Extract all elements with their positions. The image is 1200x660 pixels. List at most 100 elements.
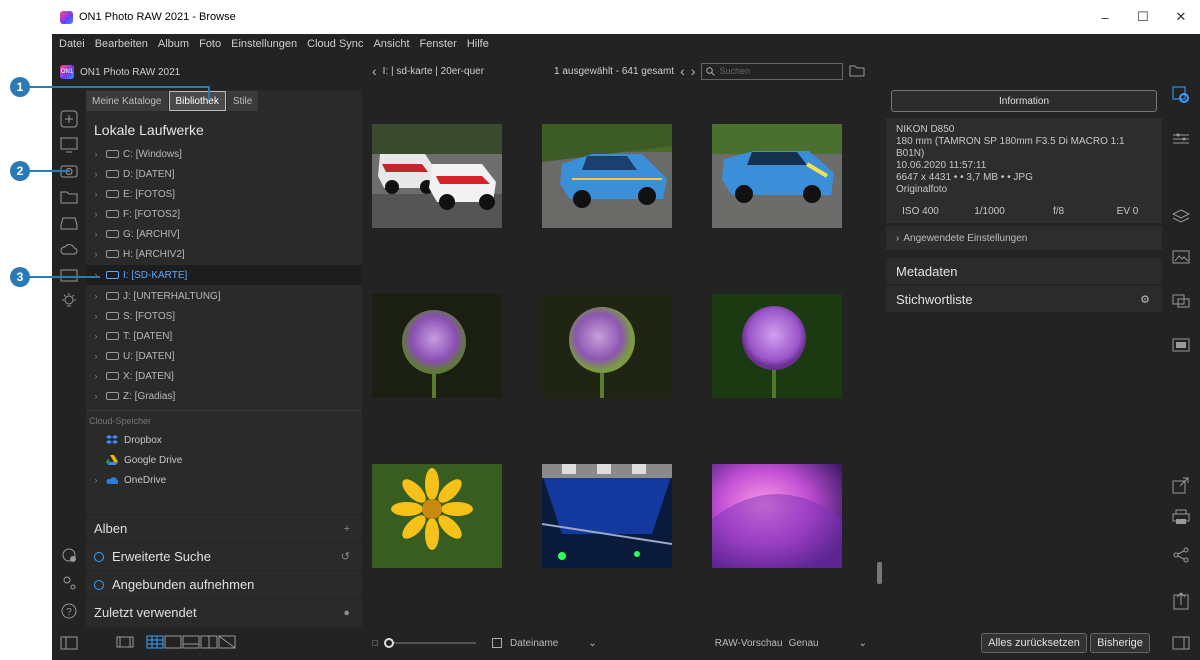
chevron-right-icon[interactable]: › bbox=[88, 371, 104, 381]
thumbnail[interactable] bbox=[542, 124, 672, 228]
search-input[interactable]: Suchen bbox=[701, 62, 844, 80]
drive-icon[interactable] bbox=[58, 212, 80, 234]
portrait-icon[interactable] bbox=[1170, 290, 1192, 312]
compare-view-icon[interactable] bbox=[200, 635, 218, 649]
effects-icon[interactable] bbox=[1170, 246, 1192, 268]
thumbnail[interactable] bbox=[542, 464, 672, 568]
information-header[interactable]: Information bbox=[891, 90, 1157, 112]
add-album-icon[interactable]: + bbox=[344, 523, 350, 535]
resize-icon[interactable] bbox=[1170, 334, 1192, 356]
drive-item[interactable]: › C: [Windows] bbox=[86, 144, 362, 164]
cloud-item-dropbox[interactable]: Dropbox bbox=[106, 430, 162, 450]
section-toggle-icon[interactable] bbox=[94, 551, 104, 562]
help-icon[interactable]: ? bbox=[58, 600, 80, 622]
thumbnail[interactable] bbox=[372, 124, 502, 228]
tethered-capture-section[interactable]: Angebunden aufnehmen bbox=[86, 570, 362, 598]
menu-cloud-sync[interactable]: Cloud Sync bbox=[307, 38, 363, 50]
drive-item[interactable]: › G: [ARCHIV] bbox=[86, 224, 362, 244]
thumb-size-small-icon[interactable] bbox=[372, 640, 378, 646]
close-button[interactable]: ✕ bbox=[1162, 0, 1200, 34]
menu-album[interactable]: Album bbox=[158, 38, 189, 50]
layers-icon[interactable] bbox=[1170, 206, 1192, 228]
sort-field[interactable]: Dateiname bbox=[510, 638, 558, 649]
scrollbar-thumb[interactable] bbox=[877, 562, 882, 584]
raw-preview-select[interactable]: Genau bbox=[789, 638, 819, 649]
people-icon[interactable] bbox=[58, 572, 80, 594]
drive-item[interactable]: › Z: [Gradias] bbox=[86, 386, 362, 406]
folder-path[interactable]: I: | sd-karte | 20er-quer bbox=[383, 66, 484, 77]
album-icon[interactable] bbox=[58, 264, 80, 286]
drive-item[interactable]: › X: [DATEN] bbox=[86, 366, 362, 386]
reset-all-button[interactable]: Alles zurücksetzen bbox=[981, 633, 1087, 653]
advanced-search-section[interactable]: Erweiterte Suche ↺ bbox=[86, 542, 362, 570]
menu-foto[interactable]: Foto bbox=[199, 38, 221, 50]
chevron-right-icon[interactable]: › bbox=[88, 331, 104, 341]
drive-item[interactable]: › E: [FOTOS] bbox=[86, 184, 362, 204]
filmstrip-icon[interactable] bbox=[116, 635, 134, 649]
chevron-down-icon[interactable]: ⌄ bbox=[588, 638, 596, 649]
drive-item[interactable]: › D: [DATEN] bbox=[86, 164, 362, 184]
previous-settings-button[interactable]: Bisherige bbox=[1090, 633, 1150, 653]
tab-stile[interactable]: Stile bbox=[226, 91, 259, 111]
panel-toggle-icon[interactable] bbox=[58, 632, 80, 654]
sort-checkbox[interactable] bbox=[492, 638, 502, 648]
menu-hilfe[interactable]: Hilfe bbox=[467, 38, 489, 50]
chevron-right-icon[interactable]: › bbox=[88, 391, 104, 401]
metadata-section[interactable]: Metadaten bbox=[886, 258, 1162, 284]
develop-sliders-icon[interactable] bbox=[1170, 128, 1192, 150]
drive-item-selected[interactable]: › I: [SD-KARTE] bbox=[86, 265, 362, 285]
chevron-right-icon[interactable]: › bbox=[88, 311, 104, 321]
albums-section[interactable]: Alben + bbox=[86, 514, 362, 542]
panel-toggle-icon[interactable] bbox=[1170, 632, 1192, 654]
keywords-section[interactable]: Stichwortliste ⚙ bbox=[886, 286, 1162, 312]
print-icon[interactable] bbox=[1170, 506, 1192, 528]
chevron-right-icon[interactable]: › bbox=[88, 475, 104, 485]
menu-bearbeiten[interactable]: Bearbeiten bbox=[95, 38, 148, 50]
compare-icon[interactable] bbox=[58, 544, 80, 566]
drive-item[interactable]: › H: [ARCHIV2] bbox=[86, 244, 362, 264]
applied-settings-row[interactable]: › Angewendete Einstellungen bbox=[886, 226, 1162, 250]
next-icon[interactable]: › bbox=[691, 63, 696, 79]
thumbnail[interactable] bbox=[372, 464, 502, 568]
thumbnail[interactable] bbox=[372, 294, 502, 398]
chevron-right-icon[interactable]: › bbox=[88, 229, 104, 239]
cloud-item-onedrive[interactable]: › OneDrive bbox=[88, 470, 167, 490]
back-icon[interactable]: ‹ bbox=[372, 63, 377, 79]
grid-view-icon[interactable] bbox=[146, 635, 164, 649]
thumbnail-size-slider[interactable] bbox=[384, 638, 476, 648]
settings-icon[interactable]: ● bbox=[343, 607, 350, 619]
chevron-right-icon[interactable]: › bbox=[88, 209, 104, 219]
upload-icon[interactable] bbox=[1170, 590, 1192, 612]
gear-icon[interactable]: ⚙ bbox=[1140, 293, 1150, 306]
section-toggle-icon[interactable] bbox=[94, 579, 104, 590]
maximize-button[interactable]: ☐ bbox=[1124, 0, 1162, 34]
cloud-icon[interactable] bbox=[58, 238, 80, 260]
tab-bibliothek[interactable]: Bibliothek bbox=[168, 91, 226, 111]
menu-datei[interactable]: Datei bbox=[59, 38, 85, 50]
drive-item[interactable]: › S: [FOTOS] bbox=[86, 306, 362, 326]
map-view-icon[interactable] bbox=[218, 635, 236, 649]
local-drives-title[interactable]: Lokale Laufwerke bbox=[94, 122, 204, 138]
folder-icon[interactable] bbox=[58, 186, 80, 208]
thumbnail[interactable] bbox=[712, 464, 842, 568]
chevron-right-icon[interactable]: › bbox=[88, 351, 104, 361]
recent-section[interactable]: Zuletzt verwendet ● bbox=[86, 598, 362, 626]
chevron-right-icon[interactable]: › bbox=[88, 270, 104, 280]
menu-fenster[interactable]: Fenster bbox=[420, 38, 457, 50]
add-icon[interactable] bbox=[58, 108, 80, 130]
tab-meine-kataloge[interactable]: Meine Kataloge bbox=[86, 91, 168, 111]
browse-module-icon[interactable] bbox=[1170, 84, 1192, 106]
detail-view-icon[interactable] bbox=[164, 635, 182, 649]
share-icon[interactable] bbox=[1170, 544, 1192, 566]
menu-einstellungen[interactable]: Einstellungen bbox=[231, 38, 297, 50]
drive-item[interactable]: › T: [DATEN] bbox=[86, 326, 362, 346]
reset-icon[interactable]: ↺ bbox=[341, 550, 350, 563]
drive-item[interactable]: › J: [UNTERHALTUNG] bbox=[86, 286, 362, 306]
chevron-down-icon[interactable]: ⌄ bbox=[859, 638, 867, 649]
filmstrip-view-icon[interactable] bbox=[182, 635, 200, 649]
chevron-right-icon[interactable]: › bbox=[88, 149, 104, 159]
minimize-button[interactable]: – bbox=[1086, 0, 1124, 34]
chevron-right-icon[interactable]: › bbox=[88, 291, 104, 301]
drive-item[interactable]: › F: [FOTOS2] bbox=[86, 204, 362, 224]
previous-icon[interactable]: ‹ bbox=[680, 63, 685, 79]
